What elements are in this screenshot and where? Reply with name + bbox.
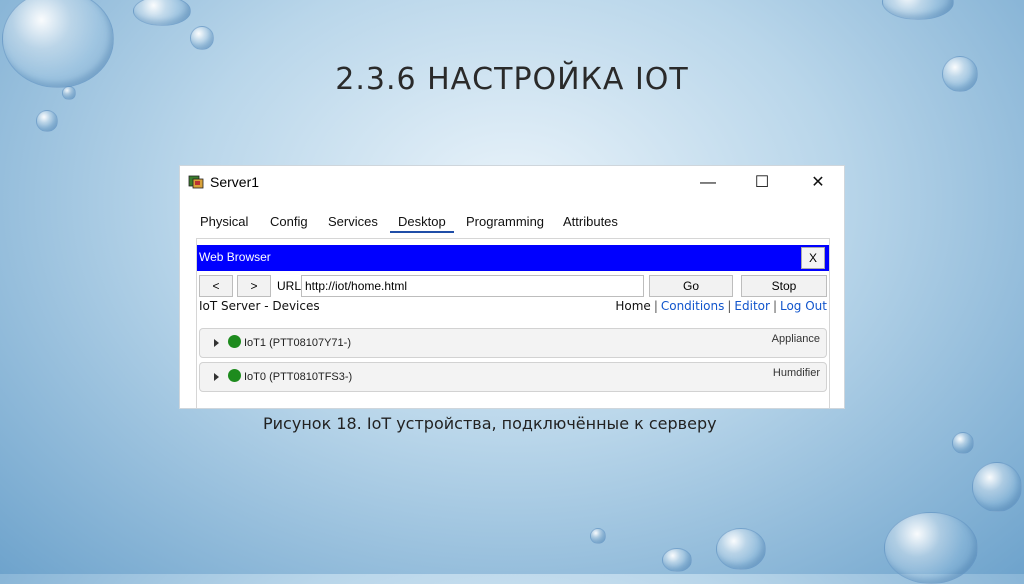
bubble-decoration [590,528,606,544]
bubble-decoration [190,26,214,50]
desktop-panel: Web Browser X < > URL http://iot/home.ht… [196,238,830,408]
tab-desktop[interactable]: Desktop [390,214,454,233]
nav-home-link[interactable]: Home [615,299,650,313]
page-heading: IoT Server - Devices [199,299,320,313]
slide-title: 2.3.6 НАСТРОЙКА IOT [335,62,689,97]
server-app-icon [188,175,204,189]
expand-arrow-icon[interactable] [214,339,219,347]
expand-arrow-icon[interactable] [214,373,219,381]
browser-close-button[interactable]: X [801,247,825,269]
tab-attributes[interactable]: Attributes [563,214,618,229]
bubble-decoration [882,0,954,20]
device-name: IoT0 (PTT0810TFS3-) [244,371,353,383]
bubble-decoration [884,512,978,584]
device-row-iot0[interactable]: IoT0 (PTT0810TFS3-) Humdifier [199,362,827,392]
tab-programming[interactable]: Programming [466,214,544,229]
device-type: Humdifier [772,367,820,379]
bubble-decoration [716,528,766,570]
tab-physical[interactable]: Physical [200,214,248,229]
status-dot-icon [228,335,241,348]
bubble-decoration [133,0,191,26]
nav-conditions-link[interactable]: Conditions [661,299,725,313]
device-type: Appliance [771,333,820,345]
window-tabs: Physical Config Services Desktop Program… [188,210,628,236]
stop-button[interactable]: Stop [741,275,827,297]
bubble-decoration [662,548,692,572]
forward-button[interactable]: > [237,275,271,297]
nav-separator: | [772,299,777,313]
close-button[interactable]: ✕ [798,170,838,196]
device-name: IoT1 (PTT08107Y71-) [244,337,351,349]
maximize-button[interactable]: ☐ [742,170,782,196]
bubble-decoration [36,110,58,132]
nav-separator: | [727,299,732,313]
window-titlebar: Server1 — ☐ ✕ [180,166,844,200]
status-dot-icon [228,369,241,382]
page-nav: Home | Conditions | Editor | Log Out [615,299,827,313]
window-title: Server1 [210,174,260,190]
minimize-button[interactable]: — [688,170,728,196]
back-button[interactable]: < [199,275,233,297]
device-row-iot1[interactable]: IoT1 (PTT08107Y71-) Appliance [199,328,827,358]
nav-logout-link[interactable]: Log Out [780,299,827,313]
bubble-decoration [952,432,974,454]
go-button[interactable]: Go [649,275,733,297]
bubble-decoration [972,462,1022,512]
url-input[interactable]: http://iot/home.html [301,275,644,297]
tab-services[interactable]: Services [328,214,378,229]
web-browser-title: Web Browser [199,250,271,264]
web-browser-titlebar: Web Browser X [197,245,829,271]
tab-config[interactable]: Config [270,214,308,229]
nav-separator: | [653,299,658,313]
figure-caption: Рисунок 18. IoT устройства, подключённые… [263,414,717,433]
url-label: URL [277,279,302,293]
server-window: Server1 — ☐ ✕ Physical Config Services D… [180,166,844,408]
nav-editor-link[interactable]: Editor [734,299,770,313]
